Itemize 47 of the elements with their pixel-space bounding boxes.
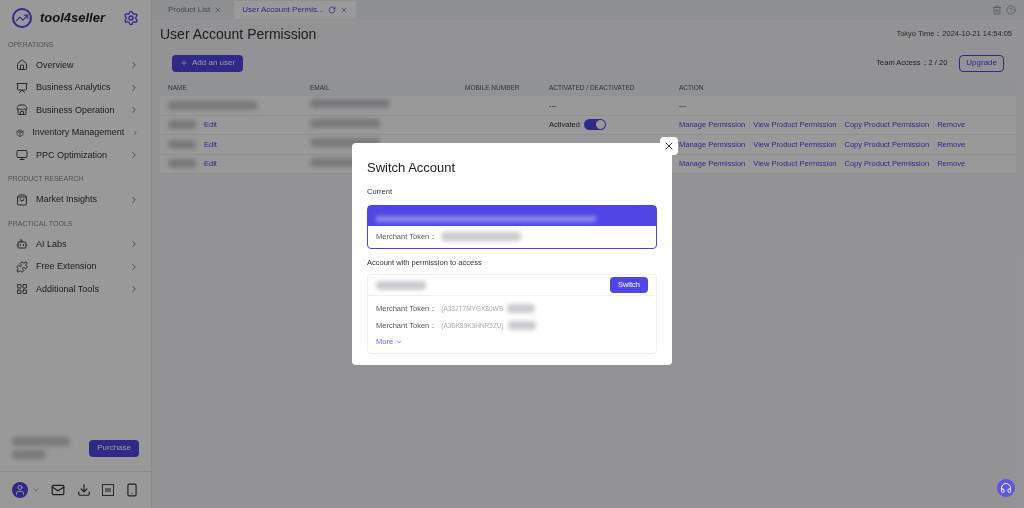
tab[interactable]: User Account Permis...	[234, 1, 356, 19]
close-icon	[663, 140, 675, 152]
refresh-icon[interactable]	[327, 6, 336, 14]
chevron-icon	[129, 82, 139, 93]
page-title: User Account Permission	[160, 24, 317, 44]
sidebar-item[interactable]: PPC Optimization	[0, 144, 151, 167]
download-icon[interactable]	[76, 483, 91, 497]
caret-icon	[32, 486, 40, 494]
plus-icon	[180, 59, 188, 67]
close-icon[interactable]	[339, 6, 348, 14]
sidebar-item[interactable]: Additional Tools	[0, 278, 151, 301]
chevron-icon	[129, 105, 139, 116]
chevron-icon	[129, 284, 139, 295]
toggle-switch[interactable]	[583, 119, 606, 131]
chevron-icon	[129, 60, 139, 71]
blurred-text	[507, 304, 535, 313]
blurred-text	[168, 159, 196, 169]
logo-icon	[12, 8, 32, 28]
square-icon[interactable]	[101, 484, 114, 496]
blurred-text	[507, 321, 536, 330]
blurred-text	[12, 450, 46, 459]
add-user-button[interactable]: Add an user	[172, 54, 244, 72]
mail-icon[interactable]	[51, 483, 66, 497]
sidebar-item[interactable]: Free Extension	[0, 255, 151, 278]
blurred-text	[310, 118, 380, 128]
dialog-title: Switch Account	[367, 159, 457, 177]
sidebar-item[interactable]: Overview	[0, 54, 151, 77]
sidebar-item[interactable]: Business Analytics	[0, 76, 151, 99]
phone-icon[interactable]	[125, 483, 139, 497]
chevron-icon	[129, 194, 139, 205]
blurred-text	[168, 139, 196, 149]
avatar-icon[interactable]	[12, 482, 28, 498]
headset-icon[interactable]	[997, 479, 1015, 497]
sidebar-item[interactable]: Business Operation	[0, 99, 151, 122]
sidebar-item[interactable]: Market Insights	[0, 188, 151, 211]
blurred-text	[376, 280, 426, 290]
upgrade-button[interactable]: Upgrade	[959, 54, 1004, 72]
chevron-icon	[129, 239, 139, 250]
sidebar-item[interactable]: AI Labs	[0, 233, 151, 256]
settings-icon[interactable]	[123, 10, 139, 26]
chevron-icon	[129, 150, 139, 161]
sidebar-item[interactable]: Inventory Management	[0, 121, 151, 144]
blurred-text	[168, 120, 196, 130]
logo: tool4seller	[40, 9, 107, 28]
purchase-button[interactable]: Purchase	[89, 439, 139, 457]
blurred-text	[12, 437, 70, 446]
chevron-icon	[129, 261, 139, 272]
